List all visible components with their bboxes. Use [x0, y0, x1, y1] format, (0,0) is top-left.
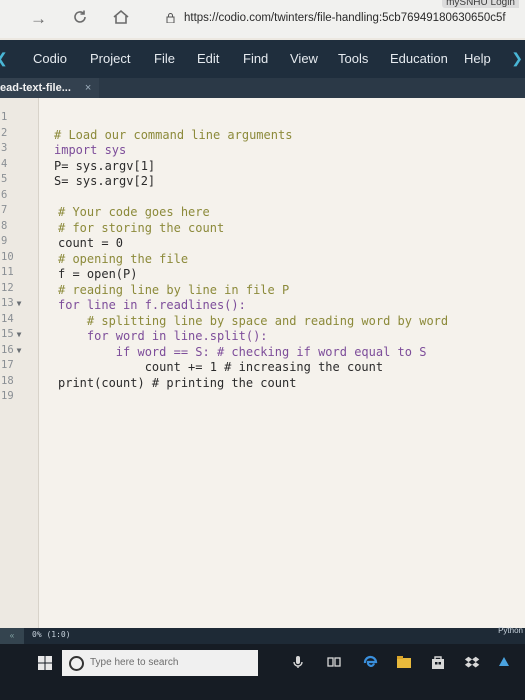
code-area[interactable]: # Load our command line arguments import …	[0, 98, 525, 628]
menu-find[interactable]: Find	[243, 51, 268, 66]
taskbar-search-box[interactable]: Type here to search	[62, 650, 258, 676]
menu-education[interactable]: Education	[390, 51, 448, 66]
status-bar: « 0% (1:0) Python	[0, 626, 525, 644]
scroll-left-button[interactable]: «	[0, 628, 24, 644]
file-explorer-icon[interactable]	[396, 654, 412, 670]
menu-file[interactable]: File	[154, 51, 175, 66]
home-icon[interactable]	[112, 9, 130, 30]
store-icon[interactable]	[430, 654, 446, 670]
menu-view[interactable]: View	[290, 51, 318, 66]
chevron-left-icon[interactable]: ❮	[0, 50, 8, 67]
code-line[interactable]: # reading line by line in file P	[58, 283, 289, 298]
refresh-icon[interactable]	[72, 9, 88, 30]
url-text: https://codio.com/twinters/file-handling…	[184, 12, 506, 24]
menu-help[interactable]: Help	[464, 51, 491, 66]
tab-read-text-file[interactable]: ead-text-file... ×	[0, 78, 100, 98]
code-line[interactable]: # Load our command line arguments	[54, 128, 292, 143]
code-line[interactable]: count += 1 # increasing the count	[58, 360, 383, 375]
code-line[interactable]: for word in line.split():	[58, 329, 268, 344]
code-line[interactable]: f = open(P)	[58, 267, 137, 282]
search-placeholder: Type here to search	[90, 657, 179, 668]
cursor-position: 0% (1:0)	[32, 630, 71, 639]
menu-codio[interactable]: Codio	[33, 51, 67, 66]
menu-project[interactable]: Project	[90, 51, 130, 66]
task-view-icon[interactable]	[326, 654, 342, 670]
code-line[interactable]: count = 0	[58, 236, 123, 251]
code-line[interactable]: P= sys.argv[1]	[54, 159, 155, 174]
menu-edit[interactable]: Edit	[197, 51, 219, 66]
tab-label: ead-text-file...	[0, 82, 71, 94]
menu-tools[interactable]: Tools	[338, 51, 368, 66]
windows-start-icon[interactable]	[38, 656, 52, 670]
code-line[interactable]: if word == S: # checking if word equal t…	[58, 345, 427, 360]
forward-arrow-icon[interactable]: →	[30, 9, 47, 29]
chevron-right-icon[interactable]: ❯	[511, 50, 523, 67]
windows-taskbar: Type here to search	[0, 644, 525, 700]
code-line[interactable]: # splitting line by space and reading wo…	[58, 314, 448, 329]
close-icon[interactable]: ×	[85, 78, 91, 98]
login-link[interactable]: mySNHU Login	[442, 0, 519, 8]
editor-tab-bar: ead-text-file... ×	[0, 78, 525, 98]
language-indicator[interactable]: Python	[498, 626, 523, 635]
address-bar[interactable]: https://codio.com/twinters/file-handling…	[166, 12, 506, 24]
code-line[interactable]: S= sys.argv[2]	[54, 174, 155, 189]
app-icon[interactable]	[496, 654, 512, 670]
code-line[interactable]: print(count) # printing the count	[58, 376, 296, 391]
code-line[interactable]: for line in f.readlines():	[58, 298, 246, 313]
code-editor[interactable]: 1 2 3 4 5 6 7 8 9 10 11 12 13 ▼ 14 15 ▼ 16 ▼ 17 18 19 # Load …	[0, 98, 525, 628]
code-line[interactable]: # Your code goes here	[58, 205, 210, 220]
lock-icon	[166, 13, 175, 23]
code-line[interactable]: # opening the file	[58, 252, 188, 267]
edge-browser-icon[interactable]	[362, 654, 378, 670]
code-line[interactable]: import sys	[54, 143, 126, 158]
microphone-icon[interactable]	[290, 654, 306, 670]
cortana-icon	[69, 656, 84, 671]
dropbox-icon[interactable]	[464, 654, 480, 670]
menu-bar: ❮ Codio Project File Edit Find View Tool…	[0, 40, 525, 78]
browser-toolbar: mySNHU Login → https://codio.com/twinter…	[0, 0, 525, 38]
code-line[interactable]: # for storing the count	[58, 221, 224, 236]
